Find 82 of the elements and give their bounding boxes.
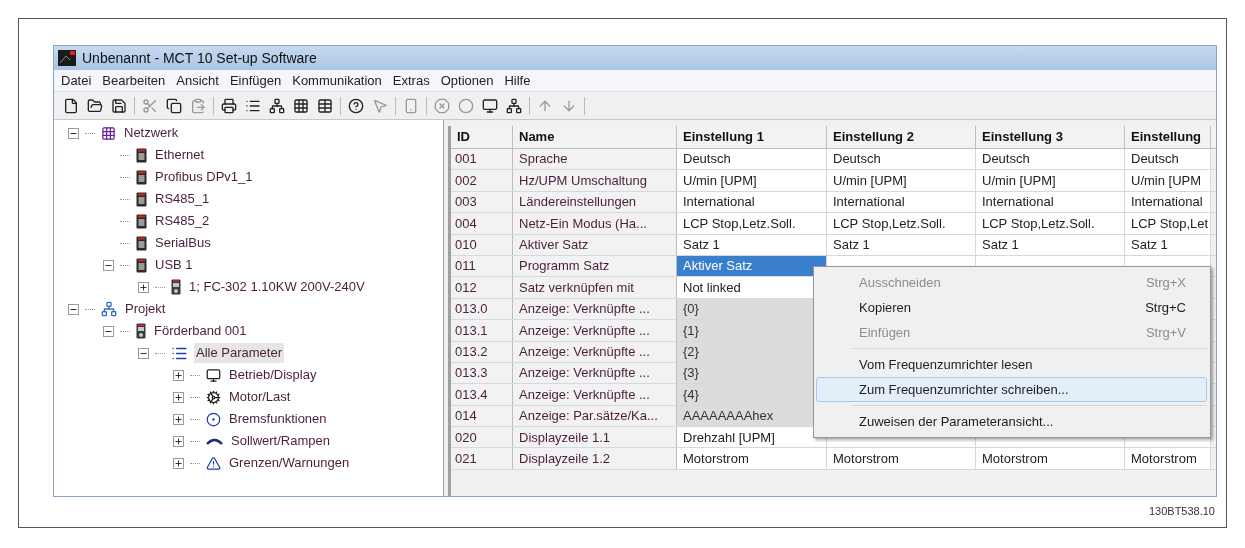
expand-toggle[interactable] — [173, 369, 184, 381]
tree-item[interactable]: Netzwerk — [122, 123, 181, 143]
table-cell[interactable]: Drehzahl [UPM] — [677, 427, 827, 448]
table-cell[interactable]: Satz 1 — [827, 234, 976, 255]
expand-toggle[interactable] — [173, 391, 184, 403]
drive-icon — [171, 279, 181, 295]
tree-item[interactable]: Motor/Last — [227, 387, 293, 407]
table-cell[interactable]: LCP Stop,Letz.Soll. — [827, 213, 976, 234]
tree-item[interactable]: Sollwert/Rampen — [229, 431, 332, 451]
column-header[interactable]: Einstellung 3 — [976, 126, 1125, 148]
project-icon — [101, 301, 117, 317]
table-cell[interactable]: Motorstrom — [677, 448, 827, 469]
table-cell[interactable]: Deutsch — [1125, 149, 1211, 170]
limits-icon — [206, 455, 221, 471]
menu-bar-item[interactable]: Optionen — [435, 70, 499, 91]
menu-bar-item[interactable]: Kommunikation — [287, 70, 387, 91]
figure-code: 130BT538.10 — [1148, 504, 1215, 519]
drive-icon — [136, 323, 146, 339]
table-cell[interactable]: Deutsch — [827, 149, 976, 170]
table-cell[interactable]: U/min [UPM — [1125, 170, 1211, 191]
tree-item[interactable]: Bremsfunktionen — [227, 409, 329, 429]
expand-toggle[interactable] — [173, 413, 184, 425]
table-cell[interactable]: U/min [UPM] — [827, 170, 976, 191]
menu-bar-item[interactable]: Ansicht — [171, 70, 224, 91]
tree-item[interactable]: Förderband 001 — [152, 321, 249, 341]
window-title: Unbenannt - MCT 10 Set-up Software — [82, 48, 317, 68]
table-cell[interactable]: International — [1125, 191, 1211, 213]
expand-toggle[interactable] — [173, 457, 184, 469]
menu-bar-item[interactable]: Extras — [387, 70, 435, 91]
app-logo-icon — [58, 50, 76, 66]
tree-item[interactable]: Grenzen/Warnungen — [227, 453, 352, 473]
table-cell[interactable]: LCP Stop,Letz.Soll. — [976, 213, 1125, 234]
tree-item[interactable]: Profibus DPv1_1 — [153, 167, 255, 187]
table-cell[interactable]: International — [827, 191, 976, 213]
device-icon — [136, 147, 147, 163]
tree-item[interactable]: SerialBus — [153, 233, 213, 253]
table-cell[interactable]: U/min [UPM] — [677, 170, 827, 191]
table-cell[interactable]: Satz 1 — [976, 234, 1125, 255]
menu-bar-item[interactable]: Hilfe — [499, 70, 536, 91]
collapse-toggle[interactable] — [103, 325, 114, 337]
tree-item[interactable]: RS485_2 — [153, 211, 212, 231]
collapse-toggle[interactable] — [138, 347, 149, 359]
tree-item[interactable]: Ethernet — [153, 145, 207, 165]
table-cell[interactable]: Satz 1 — [677, 234, 827, 255]
menu-bar-item[interactable]: Einfügen — [224, 70, 287, 91]
collapse-toggle[interactable] — [103, 259, 114, 271]
collapse-toggle[interactable] — [68, 127, 79, 139]
table-cell[interactable]: U/min [UPM] — [976, 170, 1125, 191]
tree-item[interactable]: Alle Parameter — [194, 343, 284, 363]
device-icon — [136, 257, 147, 273]
menu-item[interactable]: Zum Frequenzumrichter schreiben... — [816, 377, 1207, 402]
table-cell[interactable]: Satz 1 — [1125, 234, 1211, 255]
device-icon — [136, 235, 147, 251]
tree-item[interactable]: RS485_1 — [153, 189, 212, 209]
tree-item[interactable]: USB 1 — [153, 255, 195, 275]
table-cell[interactable]: International — [677, 191, 827, 213]
table-cell[interactable]: Motorstrom — [976, 448, 1125, 469]
tree-item[interactable]: 1; FC-302 1.10KW 200V-240V — [187, 277, 367, 297]
tree-item[interactable]: Projekt — [123, 299, 168, 319]
menu-bar-item[interactable]: Datei — [56, 70, 97, 91]
expand-toggle[interactable] — [173, 435, 184, 447]
expand-toggle[interactable] — [138, 281, 149, 293]
device-icon — [136, 191, 147, 207]
grid-icon — [101, 125, 116, 141]
column-header[interactable]: Einstellung 2 — [827, 126, 976, 148]
table-cell[interactable]: Deutsch — [677, 149, 827, 170]
collapse-toggle[interactable] — [68, 303, 79, 315]
table-cell[interactable]: LCP Stop,Let — [1125, 213, 1211, 234]
column-header[interactable]: Einstellung — [1125, 126, 1211, 148]
column-header[interactable]: Name — [513, 126, 677, 148]
table-cell[interactable]: International — [976, 191, 1125, 213]
table-cell[interactable]: Motorstrom — [1125, 448, 1211, 469]
table-cell[interactable]: Motorstrom — [827, 448, 976, 469]
column-header[interactable]: ID — [451, 126, 513, 148]
display-icon — [206, 367, 221, 383]
table-cell[interactable]: LCP Stop,Letz.Soll. — [677, 213, 827, 234]
column-header[interactable]: Einstellung 1 — [677, 126, 827, 148]
menu-bar-item[interactable]: Bearbeiten — [97, 70, 171, 91]
tree-item[interactable]: Betrieb/Display — [227, 365, 319, 385]
device-icon — [136, 169, 147, 185]
device-icon — [136, 213, 147, 229]
table-cell[interactable]: Deutsch — [976, 149, 1125, 170]
